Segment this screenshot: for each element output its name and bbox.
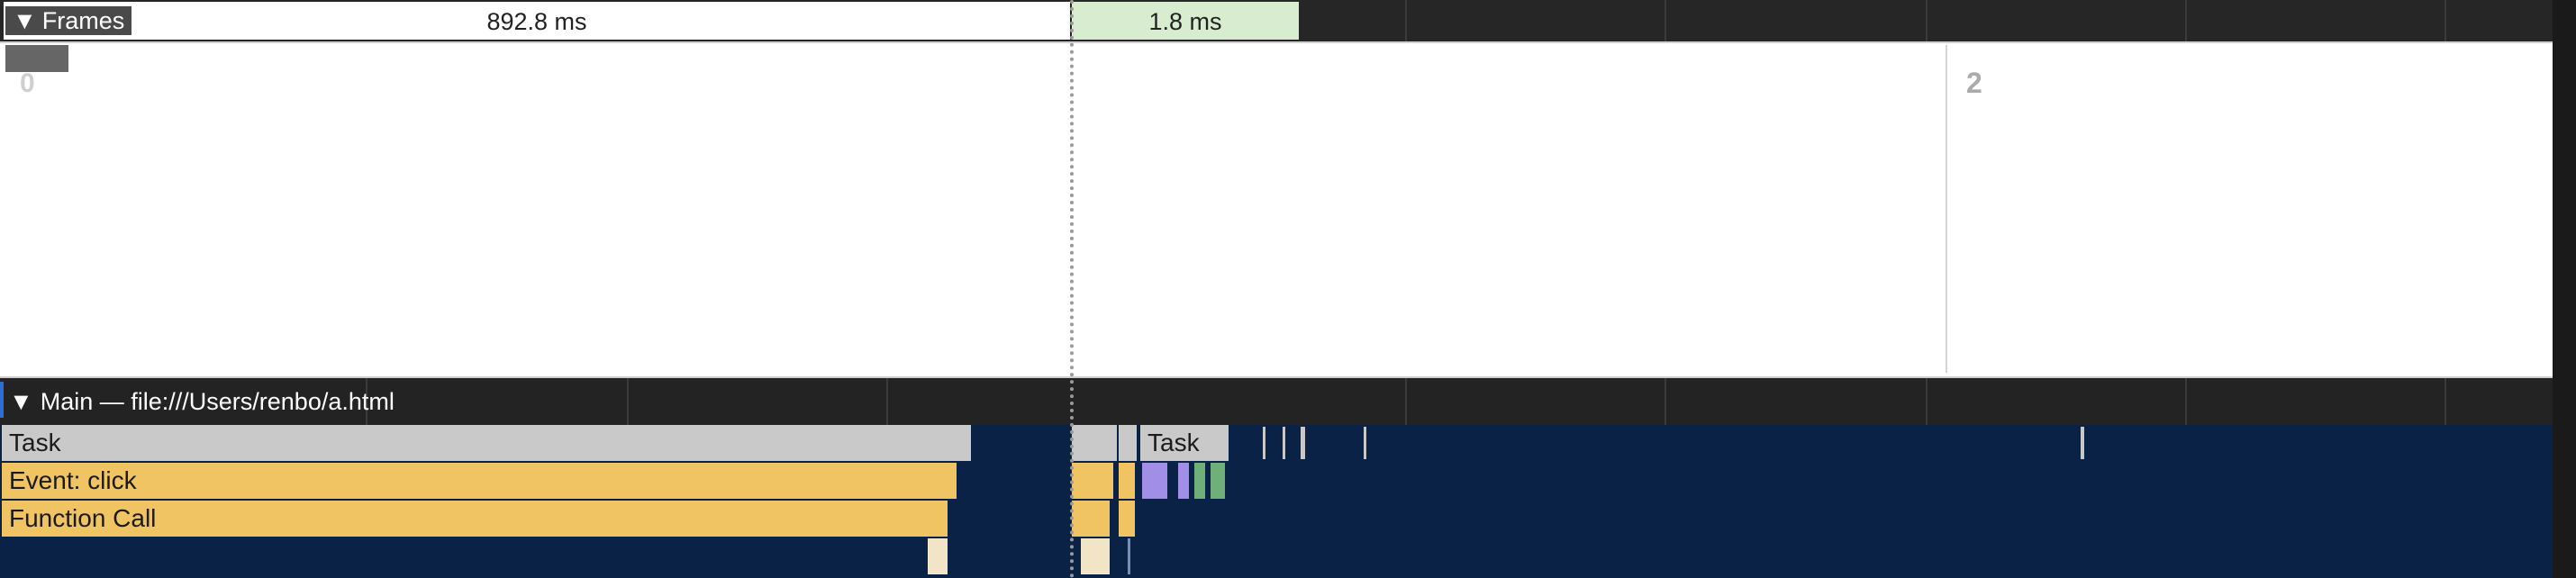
main-track-toggle[interactable]: ▼ Main — file:///Users/renbo/a.html: [9, 388, 395, 416]
frames-toggle[interactable]: ▼ Frames: [5, 6, 132, 35]
event-bar[interactable]: [1072, 463, 1113, 499]
task-label: Task: [9, 429, 61, 456]
task-bar[interactable]: [1119, 425, 1137, 461]
frame-bar[interactable]: 892.8 ms: [4, 2, 1070, 40]
function-label: Function Call: [9, 504, 157, 532]
frame-duration-label: 892.8 ms: [486, 8, 587, 35]
grid-line: [1926, 0, 1927, 41]
frames-label: Frames: [41, 7, 125, 34]
task-tick[interactable]: [2081, 427, 2084, 459]
grid-line: [1664, 0, 1666, 41]
scrollbar-gutter[interactable]: [2553, 0, 2576, 578]
task-tick[interactable]: [1301, 427, 1305, 459]
function-call-bar[interactable]: Function Call: [2, 501, 948, 537]
track-focus-indicator: [0, 382, 4, 418]
task-label: Task: [1147, 429, 1200, 456]
frame-duration-label: 1.8 ms: [1148, 8, 1222, 35]
task-bar[interactable]: Task: [2, 425, 971, 461]
triangle-down-icon: ▼: [9, 388, 33, 415]
call-tick[interactable]: [1128, 538, 1130, 574]
selection-marker-line: [1070, 0, 1074, 578]
thumbnail-index: 2: [1966, 67, 1982, 99]
grid-line: [2185, 0, 2187, 41]
event-bar[interactable]: [1194, 463, 1205, 499]
call-bar[interactable]: [1081, 538, 1110, 574]
event-bar[interactable]: [1119, 463, 1135, 499]
frame-bar-selected[interactable]: 1.8 ms: [1072, 2, 1299, 40]
grid-line: [1405, 0, 1407, 41]
event-bar[interactable]: [1178, 463, 1189, 499]
call-bar[interactable]: [928, 538, 948, 574]
task-bar[interactable]: [1072, 425, 1117, 461]
task-tick[interactable]: [1283, 427, 1285, 459]
event-bar[interactable]: [1142, 463, 1167, 499]
task-tick[interactable]: [1364, 427, 1366, 459]
function-call-bar[interactable]: [1119, 501, 1135, 537]
event-label: Event: click: [9, 466, 137, 494]
event-bar[interactable]: [1211, 463, 1225, 499]
task-bar[interactable]: Task: [1140, 425, 1229, 461]
event-click-bar[interactable]: Event: click: [2, 463, 957, 499]
thumbnail-divider: [1946, 45, 1947, 373]
triangle-down-icon: ▼: [13, 7, 37, 34]
screenshot-thumbnail[interactable]: [5, 45, 68, 72]
grid-line: [2444, 0, 2446, 41]
task-tick[interactable]: [1263, 427, 1265, 459]
thumbnail-index: 0: [20, 68, 35, 98]
screenshot-filmstrip: [0, 41, 2553, 378]
function-call-bar[interactable]: [1072, 501, 1110, 537]
main-track-title: Main — file:///Users/renbo/a.html: [40, 388, 395, 415]
